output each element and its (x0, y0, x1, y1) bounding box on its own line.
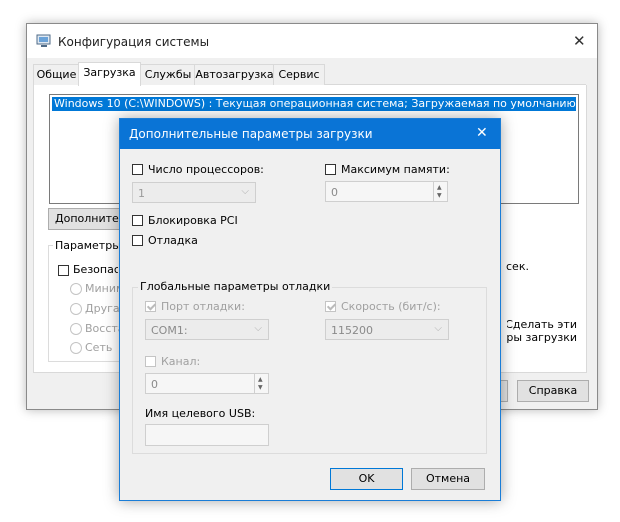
boot-options-legend: Параметры загрузки (53, 239, 123, 252)
debug-label: Отладка (148, 234, 198, 247)
radio-ad-repair[interactable] (70, 323, 82, 335)
help-button[interactable]: Справка (517, 380, 589, 402)
spin-up-icon[interactable]: ▲ (437, 185, 442, 191)
ok-button[interactable]: OK (330, 468, 403, 490)
dialog-title-bar[interactable]: Дополнительные параметры загрузки ✕ (120, 119, 500, 149)
radio-minimal-label: Минимальная (85, 282, 121, 295)
timeout-unit: сек. (506, 260, 529, 273)
msconfig-app-icon (36, 34, 51, 47)
tab-general[interactable]: Общие (33, 64, 80, 85)
safe-boot-checkbox[interactable] (58, 265, 69, 276)
max-memory-spinner[interactable]: 0 ▲ ▼ (325, 181, 448, 202)
cancel-button[interactable]: Отмена (411, 468, 485, 490)
tab-services[interactable]: Службы (140, 64, 196, 85)
usb-target-input[interactable] (145, 424, 269, 446)
chevron-down-icon: ⌵ (254, 323, 262, 334)
baud-rate-checkbox[interactable] (325, 301, 336, 312)
num-processors-label: Число процессоров: (148, 163, 264, 176)
spin-down-icon[interactable]: ▼ (437, 193, 442, 199)
dialog-title: Дополнительные параметры загрузки (129, 127, 373, 141)
num-processors-checkbox[interactable] (132, 164, 143, 175)
channel-label: Канал: (161, 355, 201, 368)
make-permanent-label: Сделать эти параметры загрузки постоянны… (507, 318, 577, 346)
radio-minimal[interactable] (70, 283, 82, 295)
close-icon[interactable]: ✕ (573, 32, 586, 50)
radio-network-label: Сеть (85, 341, 113, 354)
spin-up-icon[interactable]: ▲ (258, 377, 263, 383)
dialog-close-icon[interactable]: ✕ (476, 125, 488, 141)
usb-target-label: Имя целевого USB: (145, 407, 256, 420)
chevron-down-icon: ⌵ (241, 186, 249, 197)
pci-lock-label: Блокировка PCI (148, 214, 238, 227)
channel-checkbox[interactable] (145, 356, 156, 367)
window-title: Конфигурация системы (58, 35, 210, 49)
tab-tools[interactable]: Сервис (273, 64, 325, 85)
debug-checkbox[interactable] (132, 235, 143, 246)
debug-port-checkbox[interactable] (145, 301, 156, 312)
spin-down-icon[interactable]: ▼ (258, 385, 263, 391)
os-list-item-selected[interactable]: Windows 10 (C:\WINDOWS) : Текущая операц… (52, 97, 576, 111)
num-processors-combo[interactable]: 1 ⌵ (132, 182, 256, 203)
channel-spinner[interactable]: 0 ▲ ▼ (145, 373, 269, 394)
safe-boot-label: Безопасный режим (73, 263, 118, 276)
radio-alternate-shell-label: Другая оболочка (85, 302, 121, 315)
global-debug-legend: Глобальные параметры отладки (138, 280, 333, 293)
advanced-boot-options-dialog: Дополнительные параметры загрузки ✕ Числ… (119, 118, 501, 501)
title-bar[interactable]: Конфигурация системы ✕ (27, 24, 597, 58)
radio-ad-repair-label: Восстановление Active Directory (85, 322, 121, 335)
baud-rate-combo[interactable]: 115200 ⌵ (325, 319, 449, 340)
max-memory-checkbox[interactable] (325, 164, 336, 175)
tab-boot[interactable]: Загрузка (78, 62, 141, 86)
tab-startup[interactable]: Автозагрузка (194, 64, 275, 85)
radio-network[interactable] (70, 342, 82, 354)
max-memory-label: Максимум памяти: (341, 163, 450, 176)
baud-rate-label: Скорость (бит/с): (341, 300, 441, 313)
radio-alternate-shell[interactable] (70, 303, 82, 315)
debug-port-combo[interactable]: COM1: ⌵ (145, 319, 269, 340)
chevron-down-icon: ⌵ (434, 323, 442, 334)
debug-port-label: Порт отладки: (161, 300, 245, 313)
pci-lock-checkbox[interactable] (132, 215, 143, 226)
